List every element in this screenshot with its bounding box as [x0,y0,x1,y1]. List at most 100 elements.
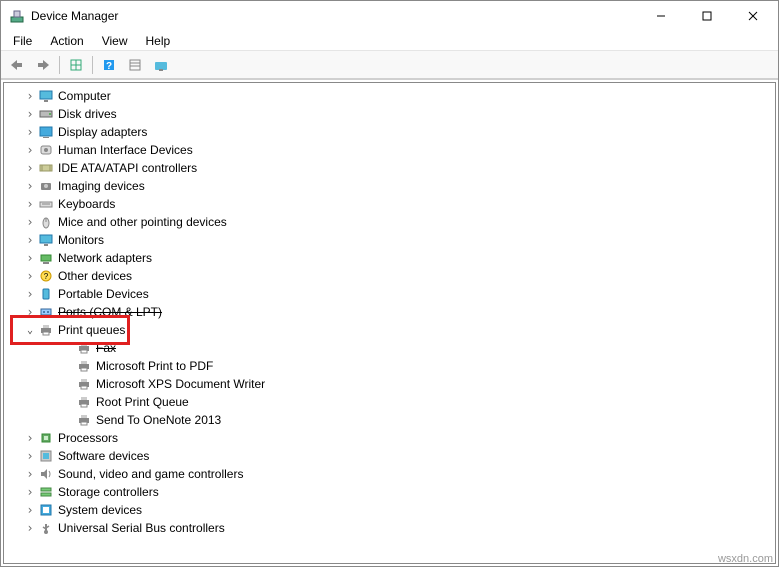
tree-item-usb[interactable]: Universal Serial Bus controllers [4,519,775,537]
printer-icon [38,322,54,338]
tree-item-portable[interactable]: Portable Devices [4,285,775,303]
tree-item-processors[interactable]: Processors [4,429,775,447]
expander-icon[interactable] [24,161,36,175]
tree-item-onenote[interactable]: Send To OneNote 2013 [4,411,775,429]
help-button[interactable]: ? [97,54,121,76]
device-tree: Computer Disk drives Display adapters Human… [4,83,775,541]
scan-button[interactable] [123,54,147,76]
tree-item-root-print-queue[interactable]: Root Print Queue [4,393,775,411]
tree-item-mice[interactable]: Mice and other pointing devices [4,213,775,231]
display-icon [38,124,54,140]
expander-icon[interactable] [24,233,36,247]
properties-button[interactable] [64,54,88,76]
tree-item-label: Storage controllers [58,485,159,499]
tree-item-ports[interactable]: Ports (COM & LPT) [4,303,775,321]
tree-item-label: Software devices [58,449,149,463]
tree-item-label: Send To OneNote 2013 [96,413,221,427]
forward-button[interactable] [31,54,55,76]
close-button[interactable] [730,1,776,31]
expander-icon[interactable] [24,251,36,265]
tree-item-label: Mice and other pointing devices [58,215,227,229]
tree-item-other[interactable]: ?Other devices [4,267,775,285]
tree-item-label: Portable Devices [58,287,149,301]
tree-item-label: Fax [96,341,116,355]
expander-icon[interactable] [24,197,36,211]
back-button[interactable] [5,54,29,76]
monitor-icon [38,232,54,248]
tree-item-label: System devices [58,503,142,517]
toolbar-separator [92,56,93,74]
tree-item-imaging[interactable]: Imaging devices [4,177,775,195]
tree-item-display-adapters[interactable]: Display adapters [4,123,775,141]
keyboard-icon [38,196,54,212]
toolbar-separator [59,56,60,74]
tree-item-label: Microsoft XPS Document Writer [96,377,265,391]
expander-icon[interactable] [24,125,36,139]
monitor-icon [38,88,54,104]
portable-icon [38,286,54,302]
network-icon [38,250,54,266]
expander-icon[interactable] [24,485,36,499]
expander-icon[interactable] [24,179,36,193]
tree-item-disk-drives[interactable]: Disk drives [4,105,775,123]
expander-icon[interactable] [24,89,36,103]
software-icon [38,448,54,464]
toolbar: ? [1,51,778,79]
expander-icon[interactable] [24,467,36,481]
menu-action[interactable]: Action [42,32,91,50]
svg-text:?: ? [44,272,49,281]
storage-icon [38,484,54,500]
tree-item-computer[interactable]: Computer [4,87,775,105]
tree-item-label: IDE ATA/ATAPI controllers [58,161,197,175]
tree-item-hid[interactable]: Human Interface Devices [4,141,775,159]
tree-item-monitors[interactable]: Monitors [4,231,775,249]
show-hidden-button[interactable] [149,54,173,76]
sound-icon [38,466,54,482]
menu-view[interactable]: View [94,32,136,50]
expander-icon[interactable] [24,143,36,157]
menubar: File Action View Help [1,31,778,51]
mouse-icon [38,214,54,230]
tree-item-label: Sound, video and game controllers [58,467,243,481]
tree-item-network[interactable]: Network adapters [4,249,775,267]
tree-item-ms-xps[interactable]: Microsoft XPS Document Writer [4,375,775,393]
tree-item-ide[interactable]: IDE ATA/ATAPI controllers [4,159,775,177]
tree-item-fax[interactable]: Fax [4,339,775,357]
printer-icon [76,358,92,374]
device-tree-scroll[interactable]: Computer Disk drives Display adapters Human… [3,82,776,564]
tree-item-print-queues[interactable]: Print queues [4,321,775,339]
drive-icon [38,106,54,122]
expander-icon[interactable] [24,325,36,336]
menu-file[interactable]: File [5,32,40,50]
tree-item-system[interactable]: System devices [4,501,775,519]
tree-item-label: Print queues [58,323,125,337]
tree-item-label: Display adapters [58,125,147,139]
expander-icon[interactable] [24,521,36,535]
expander-icon[interactable] [24,305,36,319]
expander-icon[interactable] [24,107,36,121]
hid-icon [38,142,54,158]
menu-help[interactable]: Help [138,32,179,50]
tree-item-label: Keyboards [58,197,115,211]
expander-icon[interactable] [24,215,36,229]
content-area: Computer Disk drives Display adapters Human… [1,79,778,566]
printer-icon [76,340,92,356]
expander-icon[interactable] [24,269,36,283]
tree-item-keyboards[interactable]: Keyboards [4,195,775,213]
printer-icon [76,376,92,392]
tree-item-sound[interactable]: Sound, video and game controllers [4,465,775,483]
maximize-button[interactable] [684,1,730,31]
expander-icon[interactable] [24,503,36,517]
expander-icon[interactable] [24,449,36,463]
minimize-button[interactable] [638,1,684,31]
tree-item-label: Disk drives [58,107,117,121]
tree-item-label: Network adapters [58,251,152,265]
tree-item-label: Root Print Queue [96,395,189,409]
usb-icon [38,520,54,536]
expander-icon[interactable] [24,287,36,301]
tree-item-software[interactable]: Software devices [4,447,775,465]
expander-icon[interactable] [24,431,36,445]
port-icon [38,304,54,320]
tree-item-ms-print-pdf[interactable]: Microsoft Print to PDF [4,357,775,375]
tree-item-storage[interactable]: Storage controllers [4,483,775,501]
